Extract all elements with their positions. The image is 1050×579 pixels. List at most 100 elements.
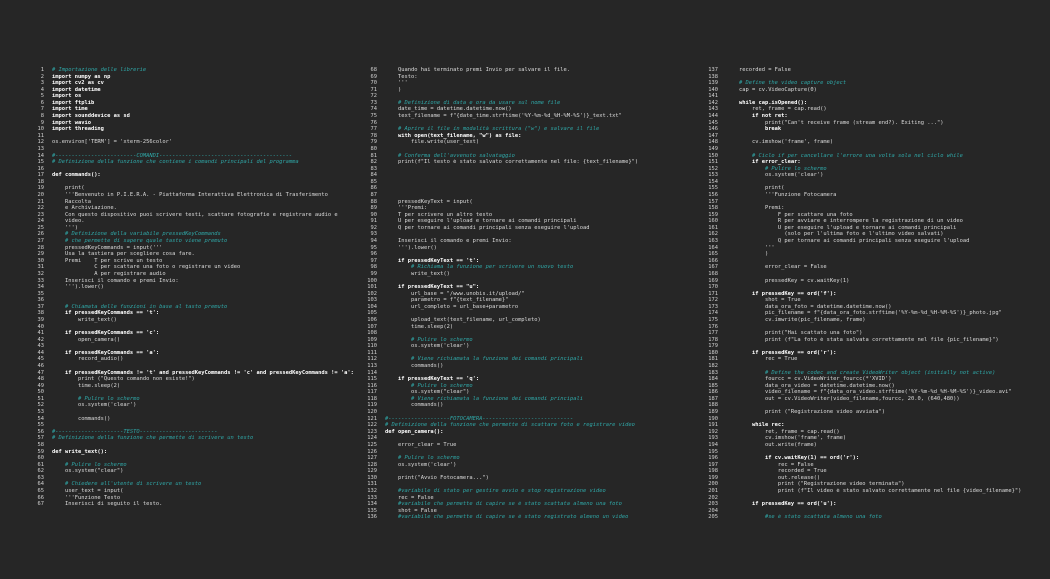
line-number: 114 — [367, 369, 377, 376]
line-number: 55 — [37, 422, 45, 429]
line-number: 170 — [708, 284, 718, 291]
line-number: 14 — [37, 152, 45, 159]
code-line: 78 with open(text_filename, "w") as file… — [361, 133, 701, 140]
line-number: 143 — [708, 106, 718, 113]
code-line: 204 — [702, 508, 1042, 515]
code-line: 153 os.system('clear') — [702, 172, 1042, 179]
line-number: 113 — [367, 363, 377, 370]
code-text: # Pulire lo schermo — [385, 455, 460, 462]
code-text: ) — [726, 251, 769, 258]
line-number: 13 — [37, 145, 45, 152]
code-line: 149 — [702, 146, 1042, 153]
code-text: parametro = f"{text_filename}" — [385, 297, 509, 304]
code-text: '''Funzione Fotocamera — [726, 191, 837, 198]
line-number: 54 — [37, 415, 45, 422]
code-text: if pressedKey == ord('r'): — [726, 349, 837, 356]
code-line: 74 date_time = datetime.datetime.now() — [361, 106, 701, 113]
line-number: 33 — [37, 277, 45, 284]
code-line: 184 fourcc = cv.VideoWriter_fourcc(*'XVI… — [702, 376, 1042, 383]
line-number: 171 — [708, 290, 718, 297]
code-line: 165 ) — [702, 251, 1042, 258]
code-line: 91 U per eseguire l'upload e tornare ai … — [361, 218, 701, 225]
code-line: 127 # Pulire lo schermo — [361, 455, 701, 462]
code-line: 142 while cap.isOpened(): — [702, 100, 1042, 107]
line-number: 183 — [708, 369, 718, 376]
line-number: 84 — [370, 172, 378, 179]
code-text: cv.imwrite(pic_filename, frame) — [726, 316, 866, 323]
code-text: rec = False — [385, 494, 434, 501]
code-text: os.environ['TERM'] = 'xterm-256color' — [52, 139, 173, 146]
code-text: if pressedKeyCommands == 'c': — [52, 330, 160, 337]
code-text: shot = True — [726, 297, 801, 304]
line-number: 163 — [708, 238, 718, 245]
code-line: 152 # Pulire lo schermo — [702, 166, 1042, 173]
code-line: 27 # che permette di sapere quale tasto … — [28, 238, 368, 245]
code-text: if pressedKeyCommands != 't' and pressed… — [52, 369, 354, 376]
code-line: 70 ''' — [361, 80, 701, 87]
code-column-3: 137 recorded = False 138 139 # Define the … — [702, 67, 1042, 521]
line-number: 132 — [367, 488, 377, 494]
code-text: # Viene richiamata la funzione dei coman… — [385, 395, 583, 402]
line-number: 177 — [708, 330, 718, 337]
code-line: 25 ''') — [28, 225, 368, 232]
code-line: 151 if error_clear: — [702, 159, 1042, 166]
line-number: 61 — [37, 461, 45, 468]
code-line: 69 Testo: — [361, 74, 701, 81]
code-line: 49 time.sleep(2) — [28, 383, 368, 390]
code-line: 163 Q per tornare ai comandi principali … — [702, 238, 1042, 245]
code-text: Raccolta — [52, 198, 91, 205]
code-text: import ftplib — [52, 99, 95, 106]
line-number: 195 — [708, 448, 718, 455]
code-text: Testo: — [385, 73, 418, 80]
line-number: 85 — [370, 178, 378, 185]
code-line: 164 ''' — [702, 245, 1042, 252]
line-number: 138 — [708, 73, 718, 80]
line-number: 155 — [708, 185, 718, 192]
line-number: 26 — [37, 231, 45, 238]
code-text: open_camera() — [52, 336, 121, 343]
code-text: video. — [52, 218, 85, 225]
line-number: 158 — [708, 205, 718, 212]
line-number: 125 — [367, 441, 377, 448]
code-text: print("Avvio Fotocamera...") — [385, 474, 489, 481]
line-number: 62 — [37, 468, 45, 475]
line-number: 186 — [708, 389, 718, 396]
code-line: 75 text_filename = f"{date_time.strftime… — [361, 113, 701, 120]
code-text: import os — [52, 93, 82, 100]
code-text: # Richiama la funzione per scrivere un n… — [385, 264, 574, 271]
code-text: e Archiviazione. — [52, 205, 117, 212]
code-line: 169 pressedKey = cv.waitKey(1) — [702, 278, 1042, 285]
code-text: # Chiedere all'utente di scrivere un tes… — [52, 481, 202, 488]
code-text: #se è stato scattata almeno una foto — [726, 514, 882, 521]
code-line: 50 — [28, 389, 368, 396]
code-line: 57 # Definizione della funzione che perme… — [28, 435, 368, 442]
code-text: if pressedKeyText == 't': — [385, 257, 480, 264]
code-text: import wavio — [52, 119, 91, 126]
line-number: 82 — [370, 159, 378, 166]
code-text: recorded = True — [726, 468, 827, 475]
code-line: 145 print("Can't receive frame (stream e… — [702, 120, 1042, 127]
line-number: 126 — [367, 448, 377, 455]
code-text: (solo per l'ultima foto e l'ultimo video… — [726, 231, 944, 238]
code-text: user_text = input( — [52, 488, 124, 494]
code-text: # Define the video capture object — [726, 80, 847, 87]
code-line: 89 '''Premi: — [361, 205, 701, 212]
code-line: 141 — [702, 93, 1042, 100]
code-line: 191 while rec: — [702, 422, 1042, 429]
code-line: 41 if pressedKeyCommands == 'c': — [28, 330, 368, 337]
code-line: 188 — [702, 402, 1042, 409]
code-text: '''Premi: — [385, 205, 428, 212]
line-number: 19 — [37, 185, 45, 192]
code-line: 121 #-------------------FOTOCAMERA-------… — [361, 416, 701, 423]
code-line: 52 os.system('clear') — [28, 402, 368, 409]
code-line: 44 if pressedKeyCommands == 'a': — [28, 350, 368, 357]
code-line: 138 — [702, 74, 1042, 81]
code-line: 86 — [361, 185, 701, 192]
line-number: 124 — [367, 435, 377, 442]
code-text: # Ciclo if per cancellare l'errore una v… — [726, 152, 963, 159]
code-line: 79 file.write(user_text) — [361, 139, 701, 146]
code-text: import time — [52, 106, 88, 113]
code-text: Quando hai terminato premi Invio per sal… — [385, 67, 570, 73]
code-text: time.sleep(2) — [52, 382, 121, 389]
line-number: 97 — [370, 257, 378, 264]
